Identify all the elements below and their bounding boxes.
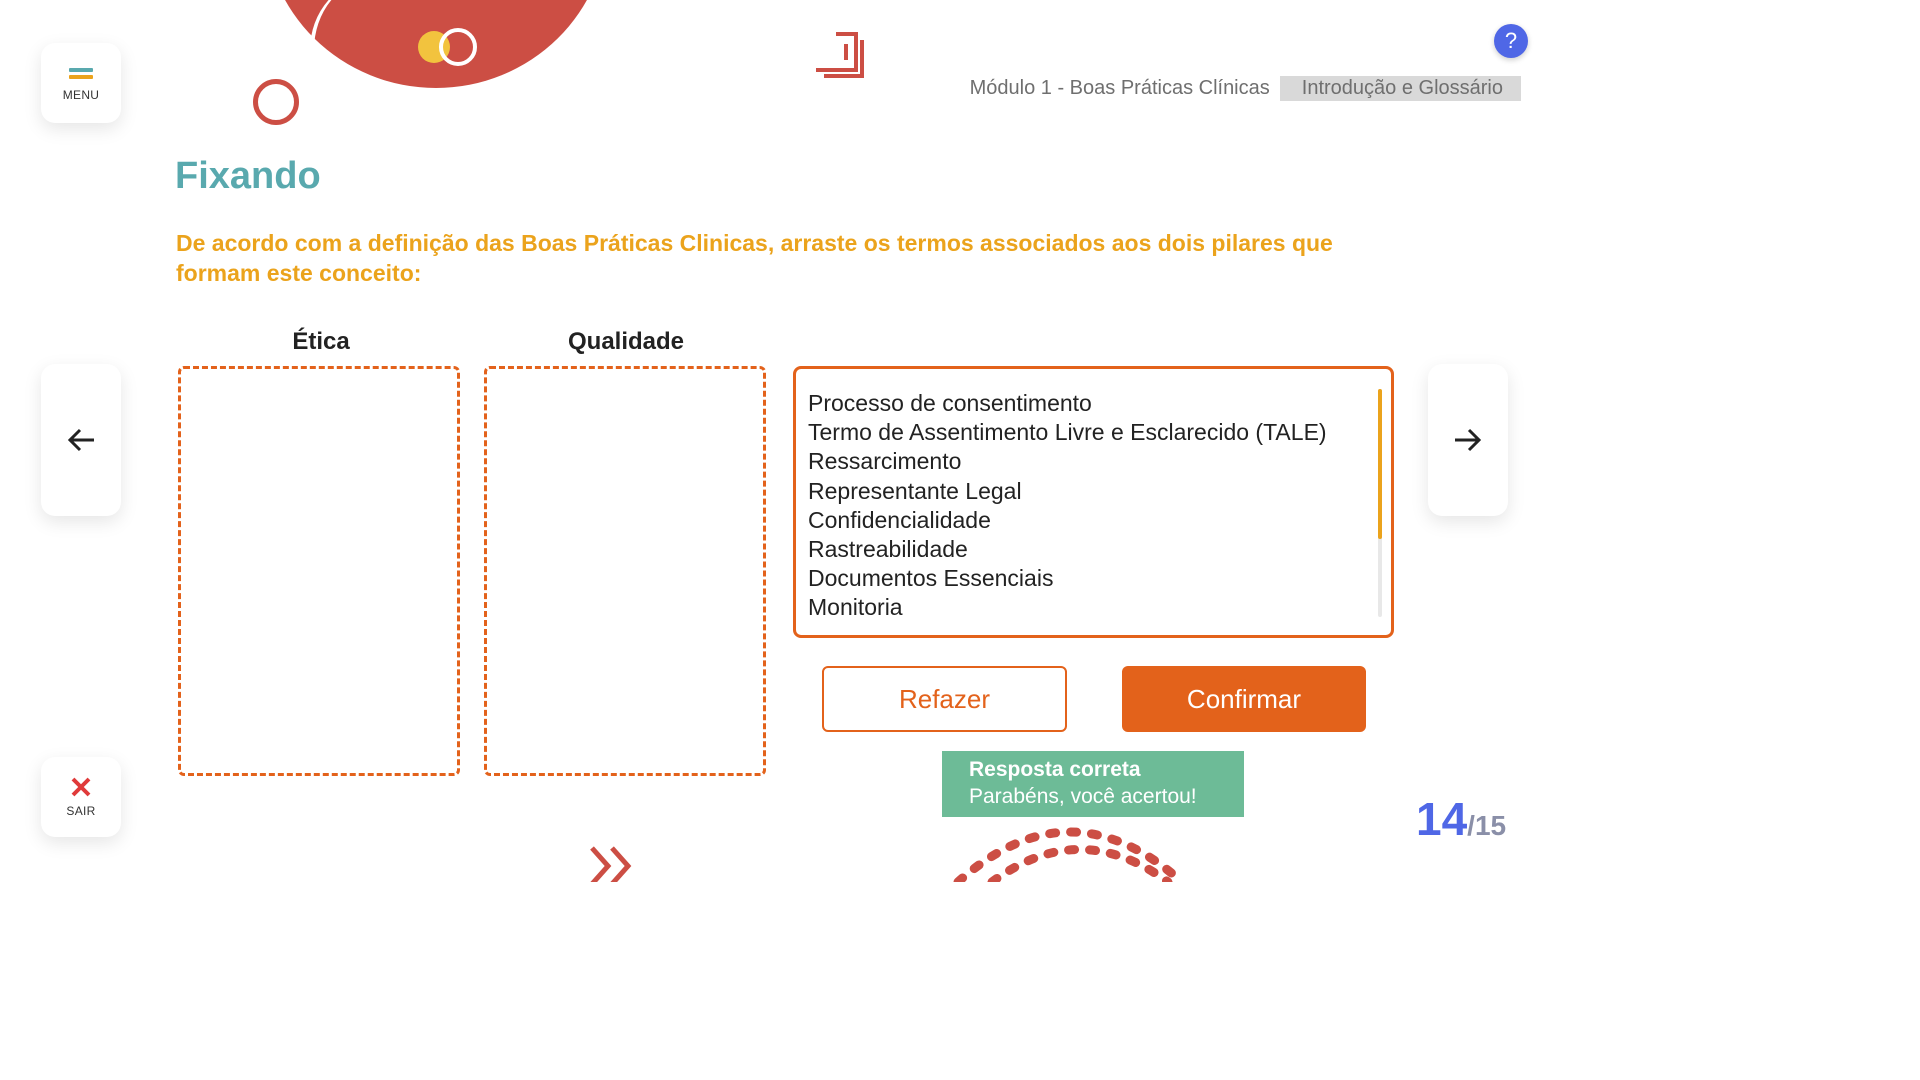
breadcrumb: Módulo 1 - Boas Práticas Clínicas Introd… bbox=[970, 76, 1521, 101]
menu-button[interactable]: MENU bbox=[41, 43, 121, 123]
exit-button[interactable]: SAIR bbox=[41, 757, 121, 837]
draggable-term[interactable]: Documentos Essenciais bbox=[808, 564, 1327, 593]
decorative-chevrons bbox=[590, 846, 632, 882]
help-button[interactable]: ? bbox=[1494, 24, 1528, 58]
decorative-white-ring bbox=[439, 28, 477, 66]
page-title: Fixando bbox=[175, 155, 321, 197]
page-current: 14 bbox=[1416, 793, 1468, 845]
feedback-title: Resposta correta bbox=[969, 758, 1141, 781]
draggable-term[interactable]: Monitoria bbox=[808, 593, 1327, 622]
column-title-etica: Ética bbox=[292, 328, 350, 355]
confirm-button[interactable]: Confirmar bbox=[1122, 666, 1366, 732]
decorative-dotted-arcs bbox=[953, 827, 1187, 882]
arrow-right-icon bbox=[1455, 428, 1482, 452]
draggable-term[interactable]: Termo de Assentimento Livre e Esclarecid… bbox=[808, 418, 1327, 447]
decorative-red-ring bbox=[253, 79, 299, 125]
arrow-left-icon bbox=[67, 428, 94, 452]
menu-label: MENU bbox=[62, 87, 100, 102]
decorative-corner-lines bbox=[816, 32, 864, 78]
close-icon bbox=[71, 777, 91, 797]
help-icon: ? bbox=[1504, 28, 1518, 53]
breadcrumb-module: Módulo 1 - Boas Práticas Clínicas bbox=[969, 77, 1270, 99]
scrollbar[interactable] bbox=[1378, 389, 1382, 617]
feedback-message: Parabéns, você acertou! bbox=[969, 785, 1197, 808]
column-title-qualidade: Qualidade bbox=[567, 328, 685, 355]
dropzone-etica[interactable] bbox=[178, 366, 460, 776]
term-list-box[interactable]: Processo de consentimento Termo de Assen… bbox=[793, 366, 1394, 638]
term-list: Processo de consentimento Termo de Assen… bbox=[808, 389, 1327, 623]
scrollbar-thumb[interactable] bbox=[1378, 389, 1382, 539]
feedback-banner: Resposta correta Parabéns, você acertou! bbox=[942, 751, 1244, 817]
draggable-term[interactable]: Rastreabilidade bbox=[808, 535, 1327, 564]
page-indicator: 14/15 bbox=[1416, 792, 1506, 846]
dropzone-qualidade[interactable] bbox=[484, 366, 766, 776]
redo-button[interactable]: Refazer bbox=[822, 666, 1067, 732]
page-total: /15 bbox=[1467, 810, 1507, 841]
instruction-text: De acordo com a definição das Boas Práti… bbox=[176, 230, 1333, 286]
draggable-term[interactable]: Processo de consentimento bbox=[808, 389, 1327, 418]
draggable-term[interactable]: Confidencialidade bbox=[808, 506, 1327, 535]
next-button[interactable] bbox=[1428, 364, 1508, 516]
breadcrumb-section: Introdução e Glossário bbox=[1279, 76, 1521, 101]
menu-icon bbox=[69, 65, 93, 82]
decorative-arc bbox=[310, 0, 434, 120]
draggable-term[interactable]: Representante Legal bbox=[808, 477, 1327, 506]
draggable-term[interactable]: Ressarcimento bbox=[808, 447, 1327, 476]
prev-button[interactable] bbox=[41, 364, 121, 516]
exit-label: SAIR bbox=[66, 804, 96, 818]
